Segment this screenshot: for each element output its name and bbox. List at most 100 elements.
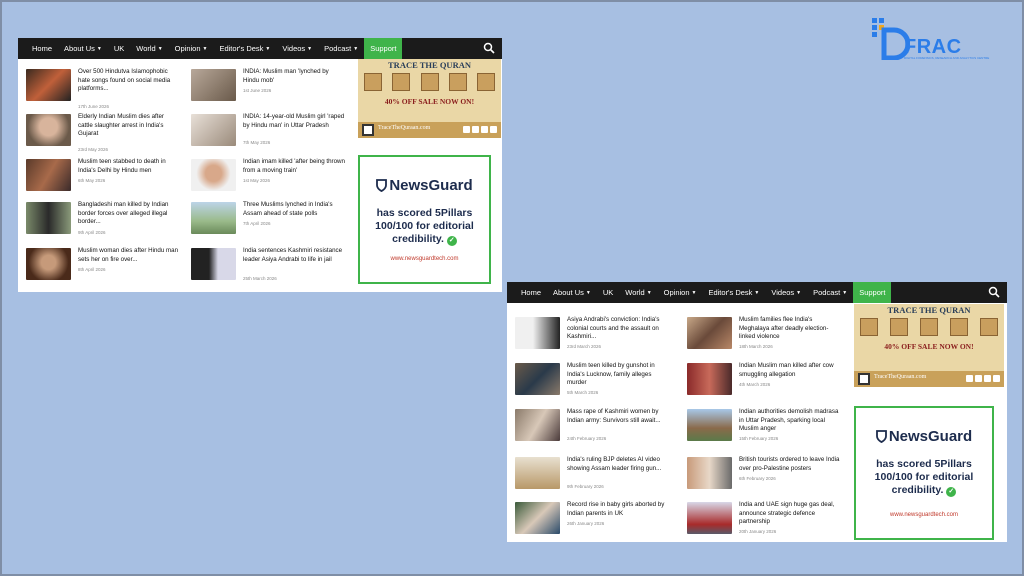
article-date: 4th March 2026 [739, 382, 771, 387]
chevron-down-icon: ▼ [796, 289, 802, 296]
article-item[interactable]: Muslim teen killed by gunshot in India's… [507, 361, 677, 403]
newsguard-badge[interactable]: NewsGuard has scored 5Pillars 100/100 fo… [854, 406, 994, 540]
article-thumbnail [687, 457, 732, 489]
article-title[interactable]: Muslim teen killed by gunshot in India's… [567, 362, 669, 388]
article-item[interactable]: Bangladeshi man killed by Indian border … [18, 200, 188, 242]
article-title[interactable]: British tourists ordered to leave India … [739, 456, 841, 473]
article-title[interactable]: Muslim teen stabbed to death in India's … [78, 158, 180, 175]
nav-label: About Us [64, 44, 95, 53]
nav-podcast[interactable]: Podcast ▼ [318, 38, 364, 59]
article-item[interactable]: Indian imam killed 'after being thrown f… [183, 157, 353, 199]
nav-support-button[interactable]: Support [853, 282, 892, 303]
chevron-down-icon: ▼ [96, 45, 102, 52]
nav-editors-desk[interactable]: Editor's Desk ▼ [702, 282, 765, 303]
article-title[interactable]: Elderly Indian Muslim dies after cattle … [78, 113, 180, 139]
article-item[interactable]: India sentences Kashmiri resistance lead… [183, 246, 353, 288]
nav-about-us[interactable]: About Us ▼ [547, 282, 597, 303]
nav-world[interactable]: World ▼ [619, 282, 657, 303]
article-item[interactable]: India and UAE sign huge gas deal, announ… [679, 500, 849, 542]
article-item[interactable]: Asiya Andrabi's conviction: India's colo… [507, 315, 677, 357]
article-item[interactable]: Indian authorities demolish madrasa in U… [679, 407, 849, 449]
nav-label: Opinion [663, 288, 690, 297]
newsguard-url[interactable]: www.newsguardtech.com [360, 256, 489, 262]
newsguard-badge[interactable]: NewsGuard has scored 5Pillars 100/100 fo… [358, 155, 491, 284]
book-image [448, 73, 467, 91]
article-title[interactable]: Indian Muslim man killed after cow smugg… [739, 362, 841, 379]
article-title[interactable]: India's ruling BJP deletes AI video show… [567, 456, 669, 473]
article-title[interactable]: Over 500 Hindutva Islamophobic hate song… [78, 68, 180, 94]
article-item[interactable]: INDIA: 14-year-old Muslim girl 'raped by… [183, 112, 353, 154]
chevron-down-icon: ▼ [353, 45, 359, 52]
shield-icon [875, 430, 887, 443]
twitter-icon [490, 126, 497, 133]
nav-label: World [625, 288, 645, 297]
article-item[interactable]: Elderly Indian Muslim dies after cattle … [18, 112, 188, 154]
article-item[interactable]: INDIA: Muslim man 'lynched by Hindu mob'… [183, 67, 353, 109]
newsguard-line-2: 100/100 for editorial [375, 220, 474, 232]
twitter-icon [993, 375, 1000, 382]
nav-world[interactable]: World ▼ [130, 38, 168, 59]
article-title[interactable]: INDIA: Muslim man 'lynched by Hindu mob' [243, 68, 345, 85]
article-title[interactable]: Record rise in baby girls aborted by Ind… [567, 501, 669, 518]
article-title[interactable]: Muslim woman dies after Hindu man sets h… [78, 247, 180, 264]
search-icon[interactable] [483, 42, 495, 54]
nav-editors-desk[interactable]: Editor's Desk ▼ [213, 38, 276, 59]
article-title[interactable]: INDIA: 14-year-old Muslim girl 'raped by… [243, 113, 345, 130]
article-title[interactable]: Asiya Andrabi's conviction: India's colo… [567, 316, 669, 342]
ad-title: TRACE THE QURAN [887, 305, 971, 315]
youtube-icon [984, 375, 991, 382]
article-title[interactable]: Bangladeshi man killed by Indian border … [78, 201, 180, 227]
article-title[interactable]: Muslim families flee India's Meghalaya a… [739, 316, 841, 342]
newsguard-message: has scored 5Pillars 100/100 for editoria… [360, 207, 489, 246]
nav-videos[interactable]: Videos ▼ [765, 282, 807, 303]
article-title[interactable]: Indian imam killed 'after being thrown f… [243, 158, 345, 175]
article-item[interactable]: Over 500 Hindutva Islamophobic hate song… [18, 67, 188, 109]
trace-the-quran-ad[interactable]: TRACE THE QURAN 40% OFF SALE NOW ON! Tra… [358, 59, 501, 138]
nav-home[interactable]: Home [26, 38, 58, 59]
chevron-down-icon: ▼ [842, 289, 848, 296]
chevron-down-icon: ▼ [646, 289, 652, 296]
chevron-down-icon: ▼ [265, 45, 271, 52]
article-item[interactable]: British tourists ordered to leave India … [679, 455, 849, 497]
article-thumbnail [26, 69, 71, 101]
article-item[interactable]: Mass rape of Kashmiri women by Indian ar… [507, 407, 677, 449]
article-date: 5th March 2026 [567, 390, 599, 395]
article-title[interactable]: India and UAE sign huge gas deal, announ… [739, 501, 841, 527]
chevron-down-icon: ▼ [307, 45, 313, 52]
article-thumbnail [26, 114, 71, 146]
nav-support-button[interactable]: Support [364, 38, 403, 59]
nav-opinion[interactable]: Opinion ▼ [658, 282, 703, 303]
content-area: Over 500 Hindutva Islamophobic hate song… [18, 59, 502, 292]
nav-podcast[interactable]: Podcast ▼ [807, 282, 853, 303]
article-item[interactable]: Record rise in baby girls aborted by Ind… [507, 500, 677, 542]
article-date: 18th March 2026 [739, 344, 773, 349]
nav-about-us[interactable]: About Us ▼ [58, 38, 108, 59]
nav-uk[interactable]: UK [108, 38, 130, 59]
article-thumbnail [515, 363, 560, 395]
article-item[interactable]: India's ruling BJP deletes AI video show… [507, 455, 677, 497]
newsguard-url[interactable]: www.newsguardtech.com [856, 512, 992, 518]
article-date: 15th February 2026 [739, 436, 779, 441]
article-title[interactable]: Mass rape of Kashmiri women by Indian ar… [567, 408, 669, 425]
trace-the-quran-ad[interactable]: TRACE THE QURAN 40% OFF SALE NOW ON! Tra… [854, 304, 1004, 387]
search-icon[interactable] [988, 286, 1000, 298]
article-item[interactable]: Muslim families flee India's Meghalaya a… [679, 315, 849, 357]
article-title[interactable]: India sentences Kashmiri resistance lead… [243, 247, 345, 264]
book-image [364, 73, 382, 91]
newsguard-line-2: 100/100 for editorial [874, 471, 974, 483]
frac-logo-tagline: DIGITAL FORENSICS, RESEARCH AND ANALYTIC… [904, 56, 990, 60]
chevron-down-icon: ▼ [754, 289, 760, 296]
book-image [950, 318, 968, 336]
article-item[interactable]: Muslim teen stabbed to death in India's … [18, 157, 188, 199]
nav-opinion[interactable]: Opinion ▼ [169, 38, 214, 59]
article-item[interactable]: Three Muslims lynched in India's Assam a… [183, 200, 353, 242]
article-item[interactable]: Muslim woman dies after Hindu man sets h… [18, 246, 188, 288]
article-title[interactable]: Indian authorities demolish madrasa in U… [739, 408, 841, 434]
top-navigation: Home About Us ▼ UK World ▼ Opinion ▼ Editor… [507, 282, 1007, 303]
nav-videos[interactable]: Videos ▼ [276, 38, 318, 59]
article-item[interactable]: Indian Muslim man killed after cow smugg… [679, 361, 849, 403]
article-title[interactable]: Three Muslims lynched in India's Assam a… [243, 201, 345, 218]
nav-uk[interactable]: UK [597, 282, 619, 303]
nav-home[interactable]: Home [515, 282, 547, 303]
ad-footer-bar: TraceTheQuraan.com [358, 122, 501, 138]
